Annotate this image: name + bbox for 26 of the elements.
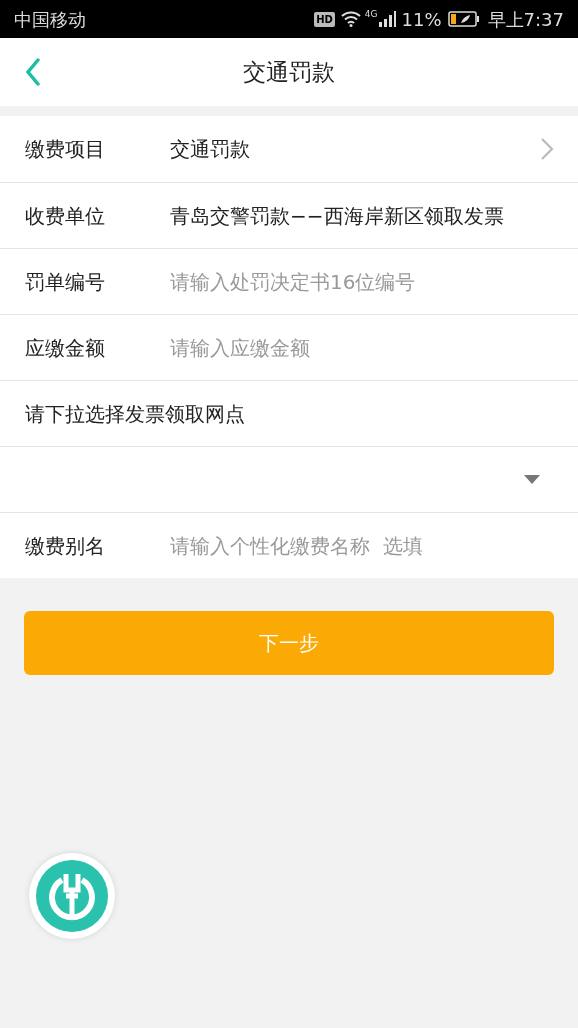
input-field[interactable]: 请输入处罚决定书16位编号 (170, 266, 554, 297)
field-label: 收费单位 (25, 202, 106, 230)
carrier-name: 中国移动 (14, 7, 87, 32)
next-button[interactable]: 下一步 (24, 611, 554, 675)
field-label: 应缴金额 (25, 334, 106, 362)
signal-icon (377, 11, 396, 27)
field-label: 缴费项目 (25, 136, 106, 163)
network-type: 4G (364, 8, 378, 21)
input-field[interactable]: 请输入个性化缴费名称 选填 (170, 530, 554, 561)
wifi-icon (340, 11, 361, 27)
floating-bank-button[interactable] (29, 853, 115, 939)
input-field[interactable]: 请输入应缴金额 (170, 332, 554, 363)
bank-logo-icon (36, 860, 108, 932)
battery-icon (447, 11, 480, 27)
clock: 早上7:37 (487, 7, 564, 32)
chevron-right-icon[interactable] (540, 137, 554, 161)
back-icon[interactable] (25, 58, 41, 86)
battery-percent: 11% (401, 7, 442, 32)
field-value: 交通罚款 (170, 136, 251, 163)
page-title: 交通罚款 (243, 57, 335, 87)
dropdown-triangle-icon (524, 475, 540, 484)
field-label: 罚单编号 (25, 268, 106, 296)
hd-badge: HD (314, 11, 335, 27)
field-label: 缴费别名 (25, 532, 106, 560)
field-value: 青岛交警罚款−−西海岸新区领取发票 (170, 202, 505, 230)
section-label: 请下拉选择发票领取网点 (25, 400, 245, 428)
